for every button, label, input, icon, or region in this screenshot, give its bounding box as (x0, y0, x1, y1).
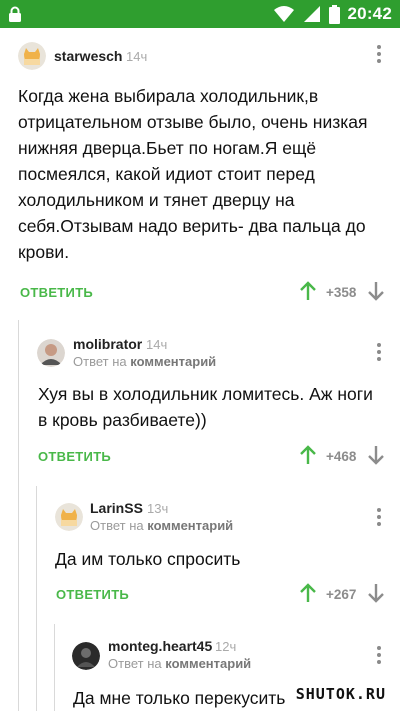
avatar[interactable] (37, 339, 65, 367)
lock-icon (9, 6, 21, 22)
comment-body: Когда жена выбирала холодильник,в отрица… (18, 86, 368, 262)
more-vertical-icon[interactable] (376, 508, 382, 530)
more-vertical-icon[interactable] (376, 343, 382, 365)
reply-to-link[interactable]: комментарий (165, 656, 251, 671)
reply-button[interactable]: ОТВЕТИТЬ (56, 587, 129, 602)
user-avatar-icon (37, 339, 65, 367)
rating: +468 (326, 449, 357, 464)
reply-to: Ответ на комментарий (73, 354, 217, 369)
arrow-up-icon[interactable] (300, 583, 316, 603)
reply-button[interactable]: ОТВЕТИТЬ (20, 285, 93, 300)
comment-time: 13ч (147, 501, 169, 516)
comment-time: 14ч (146, 337, 168, 352)
avatar[interactable] (18, 42, 46, 70)
clock: 20:42 (347, 4, 392, 23)
more-vertical-icon[interactable] (376, 45, 382, 67)
reply-button[interactable]: ОТВЕТИТЬ (38, 449, 111, 464)
comment: starwesch 14ч Когда жена выбирала холоди… (0, 28, 400, 318)
signal-icon (303, 6, 320, 22)
cat-avatar-icon (55, 503, 83, 531)
comment: molibrator 14ч Ответ на комментарий Хуя … (0, 325, 400, 485)
arrow-down-icon[interactable] (368, 583, 384, 603)
watermark: SHUTOK.RU (295, 685, 386, 703)
username[interactable]: molibrator (73, 336, 142, 352)
avatar[interactable] (55, 503, 83, 531)
username[interactable]: monteg.heart45 (108, 638, 212, 654)
user-avatar-icon (72, 642, 100, 670)
comment-body: Да им только спросить (55, 549, 241, 569)
cat-avatar-icon (18, 42, 46, 70)
arrow-up-icon[interactable] (300, 281, 316, 301)
username[interactable]: starwesch (54, 48, 122, 64)
avatar[interactable] (72, 642, 100, 670)
comment-body: Хуя вы в холодильник ломитесь. Аж ноги в… (38, 384, 373, 430)
rating: +358 (326, 285, 357, 300)
username[interactable]: LarinSS (90, 500, 143, 516)
battery-icon (328, 4, 340, 24)
comment: LarinSS 13ч Ответ на комментарий Да им т… (0, 490, 400, 620)
more-vertical-icon[interactable] (376, 646, 382, 668)
reply-to-link[interactable]: комментарий (147, 518, 233, 533)
reply-to: Ответ на комментарий (90, 518, 234, 533)
reply-to: Ответ на комментарий (108, 656, 252, 671)
arrow-up-icon[interactable] (300, 445, 316, 465)
comment-body: Да мне только перекусить (73, 688, 286, 708)
arrow-down-icon[interactable] (368, 445, 384, 465)
wifi-icon (273, 6, 294, 22)
arrow-down-icon[interactable] (368, 281, 384, 301)
reply-to-link[interactable]: комментарий (130, 354, 216, 369)
rating: +267 (326, 587, 357, 602)
comment-time: 14ч (126, 49, 148, 64)
status-bar: 20:42 (0, 0, 400, 28)
comment-time: 12ч (215, 639, 237, 654)
